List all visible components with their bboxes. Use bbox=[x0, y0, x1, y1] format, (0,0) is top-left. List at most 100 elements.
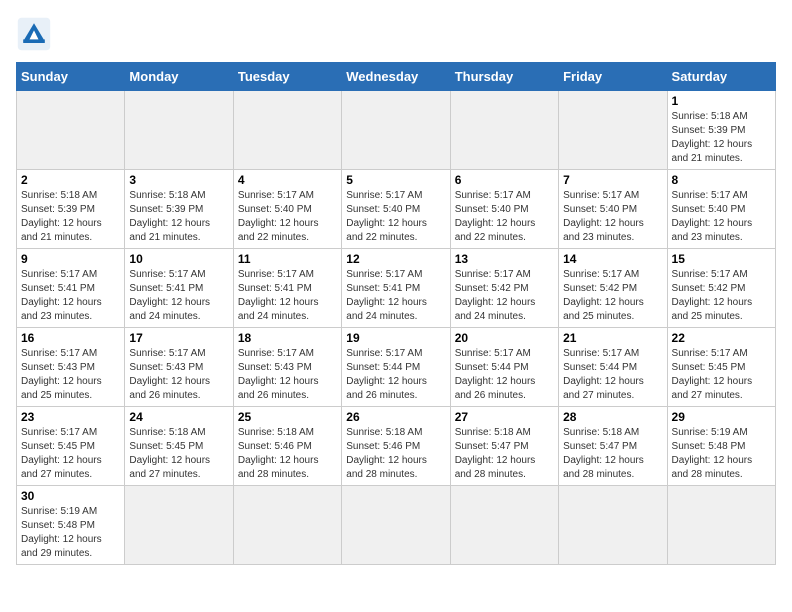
day-number: 3 bbox=[129, 173, 228, 187]
day-number: 1 bbox=[672, 94, 771, 108]
calendar-cell: 30 Sunrise: 5:19 AMSunset: 5:48 PMDayligh… bbox=[17, 486, 125, 565]
day-info: Sunrise: 5:17 AMSunset: 5:41 PMDaylight:… bbox=[346, 268, 445, 324]
day-info: Sunrise: 5:17 AMSunset: 5:42 PMDaylight:… bbox=[672, 268, 771, 324]
calendar-cell bbox=[125, 486, 233, 565]
calendar-cell: 28 Sunrise: 5:18 AMSunset: 5:47 PMDayligh… bbox=[559, 407, 667, 486]
calendar-cell bbox=[667, 486, 775, 565]
day-number: 29 bbox=[672, 410, 771, 424]
calendar-cell: 24 Sunrise: 5:18 AMSunset: 5:45 PMDayligh… bbox=[125, 407, 233, 486]
calendar-table: SundayMondayTuesdayWednesdayThursdayFrid… bbox=[16, 62, 776, 565]
day-info: Sunrise: 5:17 AMSunset: 5:45 PMDaylight:… bbox=[21, 426, 120, 482]
day-number: 12 bbox=[346, 252, 445, 266]
calendar-cell: 12 Sunrise: 5:17 AMSunset: 5:41 PMDayligh… bbox=[342, 249, 450, 328]
calendar-week-row: 16 Sunrise: 5:17 AMSunset: 5:43 PMDayligh… bbox=[17, 328, 776, 407]
calendar-week-row: 23 Sunrise: 5:17 AMSunset: 5:45 PMDayligh… bbox=[17, 407, 776, 486]
calendar-cell: 20 Sunrise: 5:17 AMSunset: 5:44 PMDayligh… bbox=[450, 328, 558, 407]
calendar-cell: 8 Sunrise: 5:17 AMSunset: 5:40 PMDaylight… bbox=[667, 170, 775, 249]
calendar-cell: 3 Sunrise: 5:18 AMSunset: 5:39 PMDaylight… bbox=[125, 170, 233, 249]
logo-icon bbox=[16, 16, 52, 52]
day-info: Sunrise: 5:17 AMSunset: 5:43 PMDaylight:… bbox=[238, 347, 337, 403]
day-number: 30 bbox=[21, 489, 120, 503]
day-number: 27 bbox=[455, 410, 554, 424]
day-info: Sunrise: 5:19 AMSunset: 5:48 PMDaylight:… bbox=[672, 426, 771, 482]
calendar-week-row: 2 Sunrise: 5:18 AMSunset: 5:39 PMDaylight… bbox=[17, 170, 776, 249]
calendar-week-row: 1 Sunrise: 5:18 AMSunset: 5:39 PMDaylight… bbox=[17, 91, 776, 170]
calendar-cell: 16 Sunrise: 5:17 AMSunset: 5:43 PMDayligh… bbox=[17, 328, 125, 407]
calendar-cell: 5Sunrise: 5:17 AMSunset: 5:40 PMDaylight… bbox=[342, 170, 450, 249]
day-number: 17 bbox=[129, 331, 228, 345]
calendar-cell bbox=[233, 486, 341, 565]
weekday-header-sunday: Sunday bbox=[17, 63, 125, 91]
day-info: Sunrise: 5:17 AMSunset: 5:45 PMDaylight:… bbox=[672, 347, 771, 403]
calendar-cell: 18 Sunrise: 5:17 AMSunset: 5:43 PMDayligh… bbox=[233, 328, 341, 407]
calendar-cell bbox=[342, 91, 450, 170]
calendar-cell: 11 Sunrise: 5:17 AMSunset: 5:41 PMDayligh… bbox=[233, 249, 341, 328]
day-number: 20 bbox=[455, 331, 554, 345]
calendar-cell: 23 Sunrise: 5:17 AMSunset: 5:45 PMDayligh… bbox=[17, 407, 125, 486]
calendar-cell: 19 Sunrise: 5:17 AMSunset: 5:44 PMDayligh… bbox=[342, 328, 450, 407]
calendar-cell: 25 Sunrise: 5:18 AMSunset: 5:46 PMDayligh… bbox=[233, 407, 341, 486]
calendar-cell bbox=[450, 91, 558, 170]
calendar-cell: 26Sunrise: 5:18 AMSunset: 5:46 PMDayligh… bbox=[342, 407, 450, 486]
day-info: Sunrise: 5:18 AMSunset: 5:45 PMDaylight:… bbox=[129, 426, 228, 482]
day-number: 26 bbox=[346, 410, 445, 424]
calendar-cell: 2 Sunrise: 5:18 AMSunset: 5:39 PMDaylight… bbox=[17, 170, 125, 249]
calendar-week-row: 9 Sunrise: 5:17 AMSunset: 5:41 PMDaylight… bbox=[17, 249, 776, 328]
day-number: 14 bbox=[563, 252, 662, 266]
calendar-cell bbox=[17, 91, 125, 170]
day-info: Sunrise: 5:17 AMSunset: 5:40 PMDaylight:… bbox=[455, 189, 554, 245]
weekday-header-tuesday: Tuesday bbox=[233, 63, 341, 91]
day-number: 21 bbox=[563, 331, 662, 345]
day-number: 23 bbox=[21, 410, 120, 424]
day-number: 28 bbox=[563, 410, 662, 424]
day-number: 16 bbox=[21, 331, 120, 345]
day-number: 11 bbox=[238, 252, 337, 266]
day-info: Sunrise: 5:17 AMSunset: 5:44 PMDaylight:… bbox=[455, 347, 554, 403]
day-info: Sunrise: 5:17 AMSunset: 5:43 PMDaylight:… bbox=[129, 347, 228, 403]
day-number: 15 bbox=[672, 252, 771, 266]
day-info: Sunrise: 5:19 AMSunset: 5:48 PMDaylight:… bbox=[21, 505, 120, 561]
day-info: Sunrise: 5:17 AMSunset: 5:40 PMDaylight:… bbox=[346, 189, 445, 245]
calendar-cell: 21Sunrise: 5:17 AMSunset: 5:44 PMDayligh… bbox=[559, 328, 667, 407]
weekday-header-row: SundayMondayTuesdayWednesdayThursdayFrid… bbox=[17, 63, 776, 91]
day-number: 9 bbox=[21, 252, 120, 266]
day-info: Sunrise: 5:18 AMSunset: 5:47 PMDaylight:… bbox=[455, 426, 554, 482]
weekday-header-friday: Friday bbox=[559, 63, 667, 91]
day-info: Sunrise: 5:17 AMSunset: 5:40 PMDaylight:… bbox=[563, 189, 662, 245]
calendar-cell bbox=[125, 91, 233, 170]
day-info: Sunrise: 5:18 AMSunset: 5:39 PMDaylight:… bbox=[129, 189, 228, 245]
calendar-cell: 10Sunrise: 5:17 AMSunset: 5:41 PMDayligh… bbox=[125, 249, 233, 328]
day-number: 25 bbox=[238, 410, 337, 424]
day-number: 8 bbox=[672, 173, 771, 187]
day-info: Sunrise: 5:17 AMSunset: 5:41 PMDaylight:… bbox=[238, 268, 337, 324]
day-info: Sunrise: 5:18 AMSunset: 5:46 PMDaylight:… bbox=[238, 426, 337, 482]
day-info: Sunrise: 5:17 AMSunset: 5:43 PMDaylight:… bbox=[21, 347, 120, 403]
day-info: Sunrise: 5:18 AMSunset: 5:39 PMDaylight:… bbox=[672, 110, 771, 166]
day-info: Sunrise: 5:18 AMSunset: 5:47 PMDaylight:… bbox=[563, 426, 662, 482]
calendar-cell: 14 Sunrise: 5:17 AMSunset: 5:42 PMDayligh… bbox=[559, 249, 667, 328]
logo bbox=[16, 16, 56, 52]
day-number: 18 bbox=[238, 331, 337, 345]
day-info: Sunrise: 5:17 AMSunset: 5:44 PMDaylight:… bbox=[346, 347, 445, 403]
calendar-cell: 6Sunrise: 5:17 AMSunset: 5:40 PMDaylight… bbox=[450, 170, 558, 249]
day-info: Sunrise: 5:17 AMSunset: 5:41 PMDaylight:… bbox=[21, 268, 120, 324]
day-number: 7 bbox=[563, 173, 662, 187]
day-info: Sunrise: 5:17 AMSunset: 5:42 PMDaylight:… bbox=[563, 268, 662, 324]
weekday-header-monday: Monday bbox=[125, 63, 233, 91]
calendar-cell bbox=[559, 91, 667, 170]
calendar-cell: 17 Sunrise: 5:17 AMSunset: 5:43 PMDayligh… bbox=[125, 328, 233, 407]
calendar-cell: 4Sunrise: 5:17 AMSunset: 5:40 PMDaylight… bbox=[233, 170, 341, 249]
calendar-cell: 22Sunrise: 5:17 AMSunset: 5:45 PMDayligh… bbox=[667, 328, 775, 407]
calendar-cell: 7 Sunrise: 5:17 AMSunset: 5:40 PMDaylight… bbox=[559, 170, 667, 249]
day-info: Sunrise: 5:17 AMSunset: 5:40 PMDaylight:… bbox=[672, 189, 771, 245]
calendar-cell bbox=[450, 486, 558, 565]
calendar-cell bbox=[559, 486, 667, 565]
day-info: Sunrise: 5:17 AMSunset: 5:42 PMDaylight:… bbox=[455, 268, 554, 324]
day-number: 19 bbox=[346, 331, 445, 345]
day-info: Sunrise: 5:18 AMSunset: 5:39 PMDaylight:… bbox=[21, 189, 120, 245]
day-number: 24 bbox=[129, 410, 228, 424]
day-number: 2 bbox=[21, 173, 120, 187]
calendar-cell bbox=[233, 91, 341, 170]
day-info: Sunrise: 5:17 AMSunset: 5:40 PMDaylight:… bbox=[238, 189, 337, 245]
calendar-cell: 15 Sunrise: 5:17 AMSunset: 5:42 PMDayligh… bbox=[667, 249, 775, 328]
